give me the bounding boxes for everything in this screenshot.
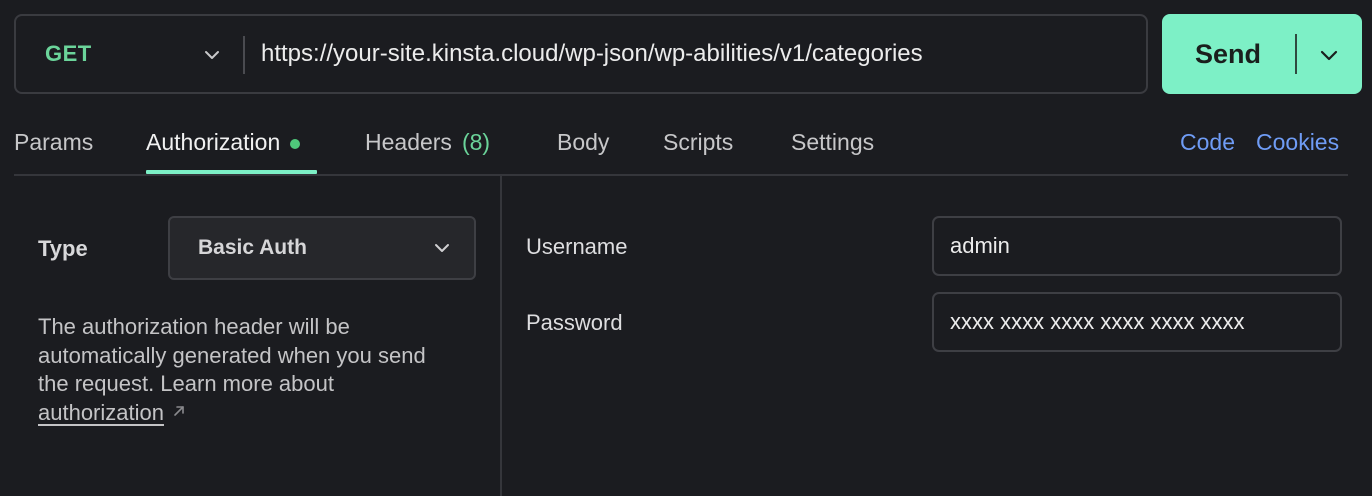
password-label: Password <box>526 310 623 335</box>
tabs-divider <box>14 174 1348 176</box>
http-method-select[interactable]: GET <box>16 16 244 92</box>
auth-type-label: Type <box>38 236 88 261</box>
tab-authorization[interactable]: Authorization <box>146 118 301 176</box>
cookies-link-label: Cookies <box>1256 129 1340 155</box>
send-button-divider <box>1295 34 1297 74</box>
chevron-down-icon[interactable] <box>1318 44 1340 66</box>
tab-scripts[interactable]: Scripts <box>663 118 733 176</box>
url-input[interactable]: https://your-site.kinsta.cloud/wp-json/w… <box>261 16 1141 92</box>
tab-headers[interactable]: Headers (8) <box>365 118 490 176</box>
external-link-icon <box>174 405 184 416</box>
username-label: Username <box>526 234 628 259</box>
tab-params-label: Params <box>14 129 94 155</box>
url-divider <box>243 36 245 74</box>
cookies-link[interactable]: Cookies <box>1256 118 1339 176</box>
tab-params[interactable]: Params <box>14 118 93 176</box>
chevron-down-icon <box>435 244 449 252</box>
tab-body[interactable]: Body <box>557 118 609 176</box>
tab-settings[interactable]: Settings <box>791 118 874 176</box>
authorization-docs-link[interactable]: authorization <box>38 400 164 425</box>
auth-help-body: The authorization header will be automat… <box>38 314 426 396</box>
tab-body-label: Body <box>557 129 610 155</box>
headers-count-badge: (8) <box>461 129 491 155</box>
code-link-label: Code <box>1180 129 1235 155</box>
request-tabs: Params Authorization Headers (8) Body Sc… <box>14 118 1348 176</box>
request-url-bar: GET https://your-site.kinsta.cloud/wp-js… <box>14 14 1148 94</box>
auth-type-value: Basic Auth <box>198 236 307 259</box>
username-input[interactable]: admin <box>932 216 1342 276</box>
password-input[interactable]: xxxx xxxx xxxx xxxx xxxx xxxx <box>932 292 1342 352</box>
tab-authorization-label: Authorization <box>146 129 281 155</box>
tab-settings-label: Settings <box>791 129 875 155</box>
auth-help-text: The authorization header will be automat… <box>38 313 458 427</box>
send-button[interactable]: Send <box>1162 14 1362 94</box>
request-editor: GET https://your-site.kinsta.cloud/wp-js… <box>0 0 1372 496</box>
tab-scripts-label: Scripts <box>663 129 734 155</box>
chevron-down-icon <box>205 51 219 59</box>
send-button-label: Send <box>1194 38 1261 69</box>
http-method-label: GET <box>45 41 92 66</box>
tab-headers-label: Headers <box>365 129 452 155</box>
status-dot-icon <box>290 139 301 149</box>
auth-type-select[interactable]: Basic Auth <box>168 216 476 280</box>
code-link[interactable]: Code <box>1180 118 1235 176</box>
pane-divider[interactable] <box>500 176 502 496</box>
